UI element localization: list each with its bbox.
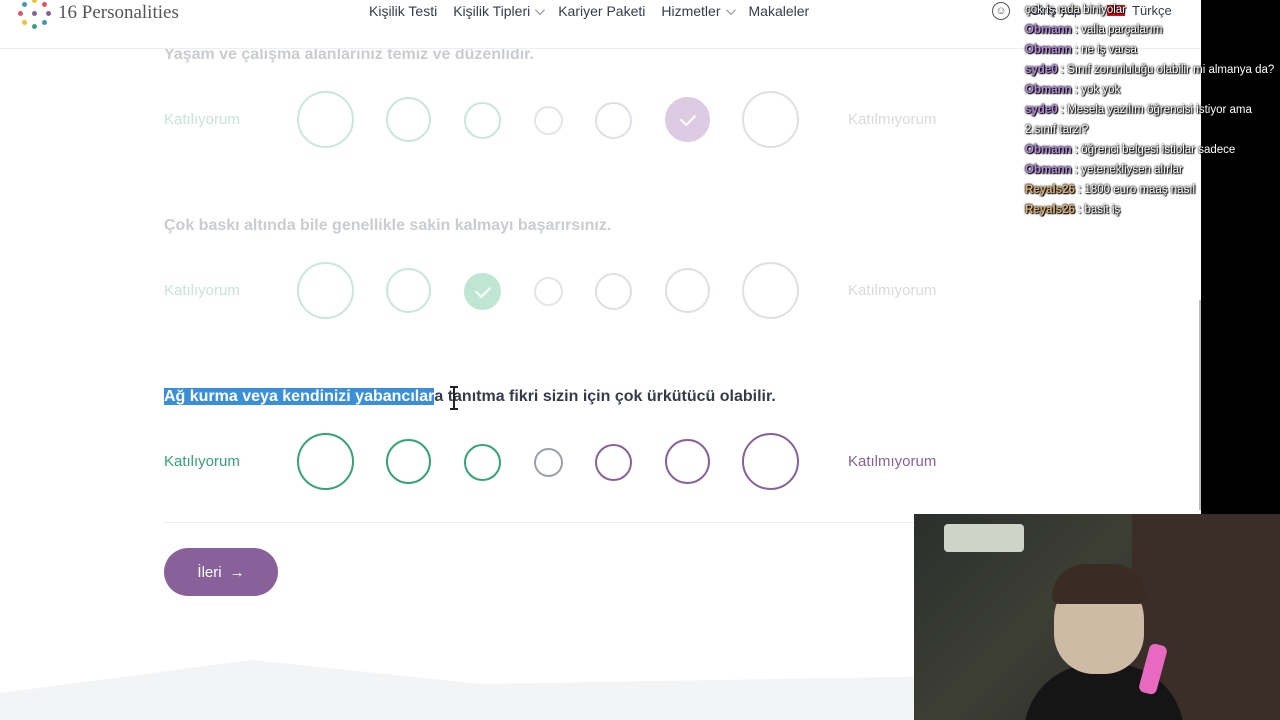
chat-user: Obmann bbox=[1025, 164, 1072, 176]
answer-option-selected[interactable] bbox=[464, 273, 501, 310]
chat-message: syde0 : Mesela yazılım öğrencisi istiyor… bbox=[1025, 104, 1252, 136]
menu-label: Makaleler bbox=[748, 3, 810, 19]
answer-option-disagree[interactable] bbox=[665, 439, 710, 484]
agree-label: Katılıyorum bbox=[164, 453, 240, 470]
chevron-down-icon bbox=[725, 4, 736, 15]
answer-scale: Katılıyorum Katılmıyorum bbox=[0, 90, 1000, 150]
answer-option-strongly-agree[interactable] bbox=[297, 433, 354, 490]
text-cursor-icon bbox=[450, 386, 458, 410]
next-button-label: İleri bbox=[197, 563, 222, 581]
chat-user: Obmann bbox=[1025, 144, 1072, 156]
menu-label: Kişilik Tipleri bbox=[453, 3, 531, 19]
chat-message: Obmann : yok yok bbox=[1025, 84, 1121, 96]
chat-text: ne iş varsa bbox=[1081, 44, 1137, 56]
webcam-person bbox=[1052, 564, 1146, 604]
answer-option[interactable] bbox=[386, 97, 431, 142]
chat-message: syde0 : Sınıf zorunluluğu olabilir mi al… bbox=[1025, 64, 1275, 76]
next-button[interactable]: İleri → bbox=[164, 548, 278, 596]
chat-user: syde0 bbox=[1025, 64, 1058, 76]
logo[interactable]: 16 Personalities bbox=[18, 0, 179, 30]
arrow-right-icon: → bbox=[229, 563, 245, 581]
selected-text: Ağ kurma veya kendinizi yabancılar bbox=[164, 388, 435, 405]
question-text-rest: a tanıtma fikri sizin için çok ürkütücü … bbox=[434, 388, 776, 405]
answer-option-neutral[interactable] bbox=[534, 448, 563, 477]
chat-text: öğrenci belgesi istiolar sadece bbox=[1081, 144, 1236, 156]
answer-option-slightly-disagree[interactable] bbox=[595, 444, 632, 481]
logo-text: 16 Personalities bbox=[58, 2, 179, 23]
chat-message: Obmann : ne iş varsa bbox=[1025, 44, 1137, 56]
answer-scale: Katılıyorum Katılmıyorum bbox=[0, 261, 1000, 321]
answer-scale-active: Katılıyorum Katılmıyorum bbox=[0, 432, 1000, 492]
answer-option[interactable] bbox=[297, 262, 354, 319]
logo-icon bbox=[18, 0, 52, 30]
chat-text: çok iş ıada biniyolar bbox=[1025, 4, 1126, 16]
chat-text: yok yok bbox=[1081, 84, 1121, 96]
menu-item-types[interactable]: Kişilik Tipleri bbox=[453, 3, 546, 19]
chat-user: Reyals26 bbox=[1025, 204, 1075, 216]
menu-item-services[interactable]: Hizmetler bbox=[661, 3, 736, 19]
menu-item-test[interactable]: Kişilik Testi bbox=[369, 3, 437, 19]
chat-text: 1800 euro maaş nasıl bbox=[1084, 184, 1196, 196]
divider bbox=[164, 522, 944, 523]
answer-option-agree[interactable] bbox=[386, 439, 431, 484]
answer-option[interactable] bbox=[534, 106, 563, 135]
menu-label: Kişilik Testi bbox=[369, 3, 438, 19]
check-icon bbox=[474, 281, 491, 298]
disagree-label: Katılmıyorum bbox=[848, 453, 937, 470]
disagree-label: Katılmıyorum bbox=[848, 282, 937, 299]
chat-text: basit iş bbox=[1084, 204, 1121, 216]
answer-option[interactable] bbox=[386, 268, 431, 313]
answer-option[interactable] bbox=[534, 277, 563, 306]
menu-item-articles[interactable]: Makaleler bbox=[749, 3, 810, 19]
top-navigation: 16 Personalities Kişilik Testi Kişilik T… bbox=[0, 0, 1201, 49]
chat-text: valla parçalarım bbox=[1081, 24, 1163, 36]
menu-label: Kariyer Paketi bbox=[558, 3, 646, 19]
chat-message: Obmann : valla parçalarım bbox=[1025, 24, 1163, 36]
chat-message: çok iş ıada biniyolar bbox=[1025, 0, 1280, 20]
menu-item-career[interactable]: Kariyer Paketi bbox=[558, 3, 645, 19]
answer-option[interactable] bbox=[665, 268, 710, 313]
chat-user: Reyals26 bbox=[1025, 184, 1075, 196]
chat-message: Reyals26 : 1800 euro maaş nasıl bbox=[1025, 184, 1196, 196]
answer-option[interactable] bbox=[464, 102, 501, 139]
answer-option-selected[interactable] bbox=[665, 97, 710, 142]
main-menu: Kişilik Testi Kişilik Tipleri Kariyer Pa… bbox=[369, 3, 825, 19]
question-text-active: Ağ kurma veya kendinizi yabancılara tanı… bbox=[164, 388, 776, 406]
check-icon bbox=[679, 109, 696, 126]
answer-option-slightly-agree[interactable] bbox=[464, 444, 501, 481]
chat-text: Mesela yazılım öğrencisi istiyor ama 2.s… bbox=[1025, 104, 1252, 136]
webcam-background bbox=[944, 524, 1024, 552]
answer-option-strongly-disagree[interactable] bbox=[742, 433, 799, 490]
chat-user: Obmann bbox=[1025, 24, 1072, 36]
answer-option[interactable] bbox=[742, 262, 799, 319]
chat-message: Obmann : öğrenci belgesi istiolar sadece bbox=[1025, 144, 1236, 156]
chat-text: yetenekliysen alırlar bbox=[1081, 164, 1183, 176]
accessibility-icon[interactable]: ☺ bbox=[992, 2, 1010, 20]
menu-label: Hizmetler bbox=[661, 3, 721, 19]
scrollbar[interactable] bbox=[1199, 300, 1201, 510]
agree-label: Katılıyorum bbox=[164, 111, 240, 128]
chat-text: Sınıf zorunluluğu olabilir mi almanya da… bbox=[1067, 64, 1275, 76]
stream-chat-overlay: çok iş ıada biniyolar Obmann : valla par… bbox=[1025, 0, 1280, 280]
agree-label: Katılıyorum bbox=[164, 282, 240, 299]
chevron-down-icon bbox=[535, 4, 546, 15]
answer-option[interactable] bbox=[595, 102, 632, 139]
chat-user: syde0 bbox=[1025, 104, 1058, 116]
chat-user: Obmann bbox=[1025, 84, 1072, 96]
chat-message: Reyals26 : basit iş bbox=[1025, 204, 1121, 216]
chat-user: Obmann bbox=[1025, 44, 1072, 56]
chat-message: Obmann : yetenekliysen alırlar bbox=[1025, 164, 1183, 176]
answer-option[interactable] bbox=[297, 91, 354, 148]
answer-option[interactable] bbox=[742, 91, 799, 148]
webcam-feed bbox=[914, 514, 1280, 720]
question-text: Çok baskı altında bile genellikle sakin … bbox=[164, 217, 612, 234]
disagree-label: Katılmıyorum bbox=[848, 111, 937, 128]
answer-option[interactable] bbox=[595, 273, 632, 310]
